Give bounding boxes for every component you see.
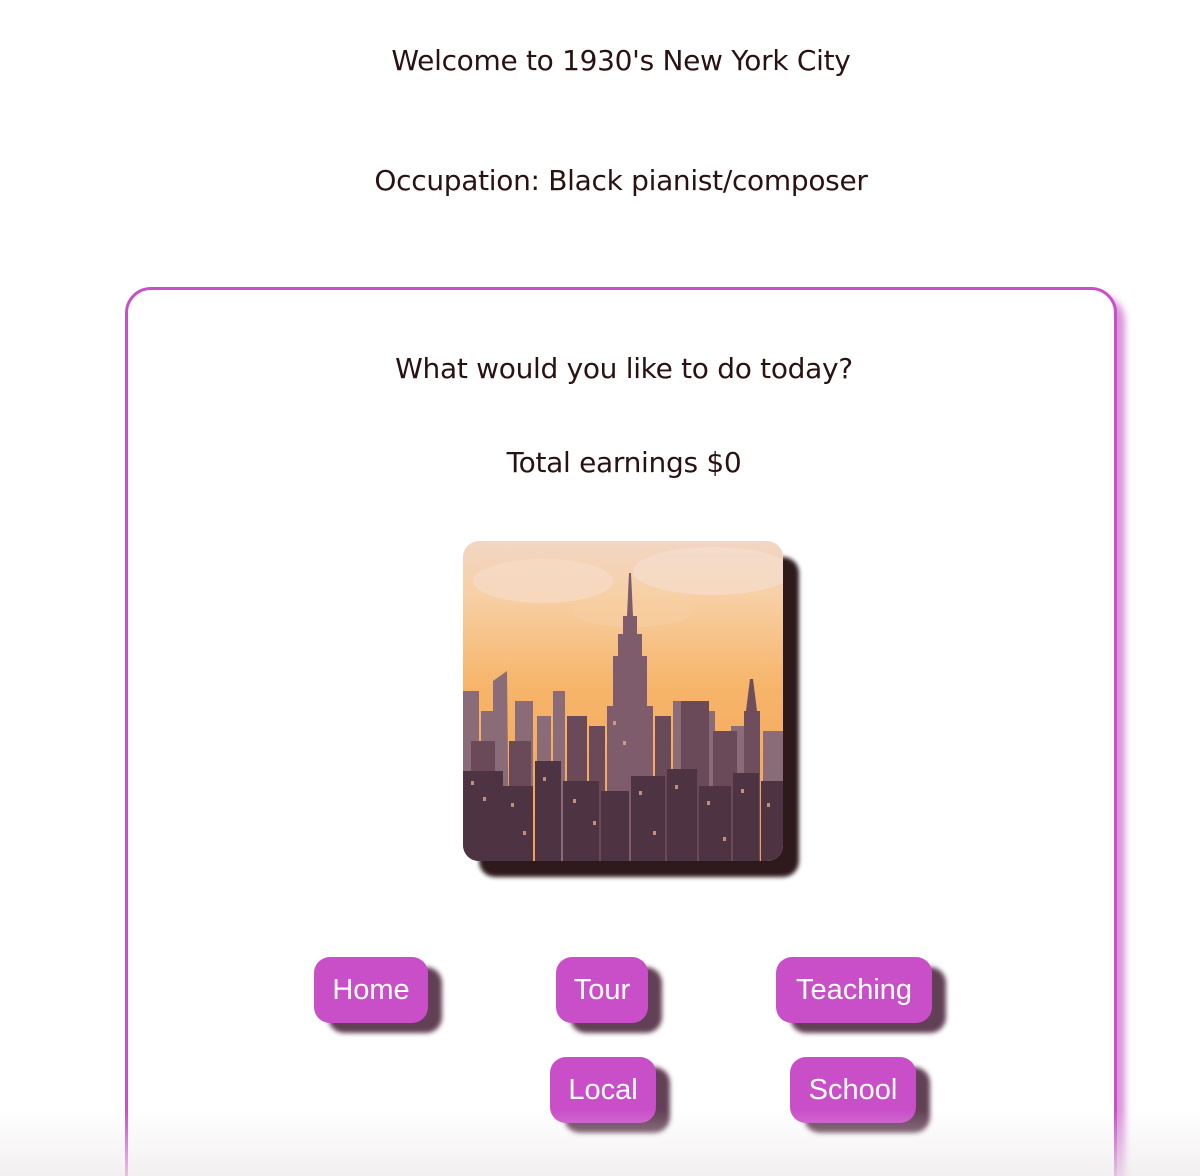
page: Welcome to 1930's New York City Occupati…: [0, 0, 1200, 1176]
home-button[interactable]: Home: [314, 957, 428, 1023]
local-button[interactable]: Local: [550, 1057, 656, 1123]
activity-question: What would you like to do today?: [395, 352, 853, 385]
occupation-heading: Occupation: Black pianist/composer: [374, 164, 868, 197]
activity-card: What would you like to do today? Total e…: [125, 287, 1117, 1176]
school-button[interactable]: School: [790, 1057, 916, 1123]
new-york-skyline-image: [463, 541, 783, 861]
skyline-illustration: [463, 541, 783, 861]
teaching-button[interactable]: Teaching: [776, 957, 932, 1023]
total-earnings: Total earnings $0: [506, 446, 742, 479]
welcome-heading: Welcome to 1930's New York City: [391, 44, 851, 77]
tour-button[interactable]: Tour: [556, 957, 648, 1023]
